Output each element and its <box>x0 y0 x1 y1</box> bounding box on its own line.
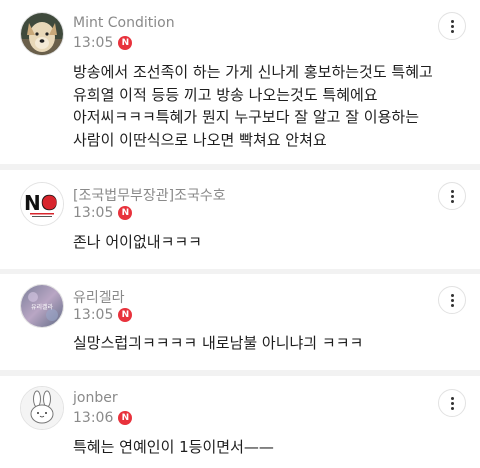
comment-author[interactable]: 유리겔라 <box>73 287 125 307</box>
comment-text-line: 존나 어이없내ㅋㅋㅋ <box>73 233 202 251</box>
comment-meta: 13:05 N <box>73 35 133 51</box>
comment-author[interactable]: jonber <box>73 390 118 406</box>
comment-text-line: 특혜는 연예인이 1등이면서—— <box>73 438 274 456</box>
avatar-no-logo[interactable]: NO <box>20 182 64 226</box>
dog-avatar-image <box>21 13 63 55</box>
new-badge: N <box>118 308 133 322</box>
comment-meta: 13:05 N <box>73 307 133 323</box>
glass-avatar-label: 유리겔라 <box>31 303 54 311</box>
avatar-glass[interactable]: 유리겔라 <box>20 284 64 328</box>
new-badge: N <box>118 411 133 425</box>
more-options-icon <box>450 189 454 203</box>
more-options-icon <box>450 19 454 33</box>
more-options-button[interactable] <box>438 12 466 40</box>
more-options-icon <box>450 293 454 307</box>
comment-time: 13:06 <box>73 410 114 426</box>
comment-text-line: 사람이 이딴식으로 나오면 빡쳐요 안쳐요 <box>73 130 327 149</box>
more-options-icon <box>450 396 454 410</box>
comment-meta: 13:05 N <box>73 205 133 221</box>
comment-author[interactable]: [조국법무부장관]조국수호 <box>73 185 226 205</box>
avatar-bunny[interactable] <box>20 386 64 430</box>
new-badge: N <box>118 206 133 220</box>
comment-meta: 13:06 N <box>73 410 133 426</box>
comment-author[interactable]: Mint Condition <box>73 15 175 31</box>
comment-item: NO [조국법무부장관]조국수호 13:05 N 존나 어이없내ㅋㅋㅋ <box>0 170 480 269</box>
comment-body: 실망스럽긔ㅋㅋㅋㅋ 내로남불 아니냐긔 ㅋㅋㅋ <box>73 332 450 355</box>
glass-avatar-image: 유리겔라 <box>21 285 63 327</box>
more-options-button[interactable] <box>438 182 466 210</box>
comment-text-line: 방송에서 조선족이 하는 가게 신나게 홍보하는것도 특혜고 <box>73 63 433 81</box>
comment-body: 특혜는 연예인이 1등이면서—— <box>73 436 450 459</box>
no-logo-image: NO <box>21 183 63 225</box>
more-options-button[interactable] <box>438 286 466 314</box>
comment-item: jonber 13:06 N 특혜는 연예인이 1등이면서—— <box>0 376 480 468</box>
avatar-dog[interactable] <box>20 12 64 56</box>
comment-text-line: 실망스럽긔ㅋㅋㅋㅋ 내로남불 아니냐긔 ㅋㅋㅋ <box>73 334 364 352</box>
comment-item: Mint Condition 13:05 N 방송에서 조선족이 하는 가게 신… <box>0 0 480 164</box>
new-badge: N <box>118 36 133 50</box>
comment-time: 13:05 <box>73 205 114 221</box>
comment-text-line: 아저씨ㅋㅋㅋ특혜가 뭔지 누구보다 잘 알고 잘 이용하는 <box>73 108 420 126</box>
bunny-avatar-image <box>21 387 63 429</box>
comment-time: 13:05 <box>73 307 114 323</box>
comment-text-line: 유희열 이적 등등 끼고 방송 나오는것도 특혜에요 <box>73 85 378 104</box>
comment-item: 유리겔라 유리겔라 13:05 N 실망스럽긔ㅋㅋㅋㅋ 내로남불 아니냐긔 ㅋㅋ… <box>0 274 480 370</box>
comment-body: 방송에서 조선족이 하는 가게 신나게 홍보하는것도 특혜고 유희열 이적 등등… <box>73 61 450 151</box>
comment-time: 13:05 <box>73 35 114 51</box>
comment-body: 존나 어이없내ㅋㅋㅋ <box>73 231 450 254</box>
comment-list: Mint Condition 13:05 N 방송에서 조선족이 하는 가게 신… <box>0 0 480 468</box>
more-options-button[interactable] <box>438 389 466 417</box>
